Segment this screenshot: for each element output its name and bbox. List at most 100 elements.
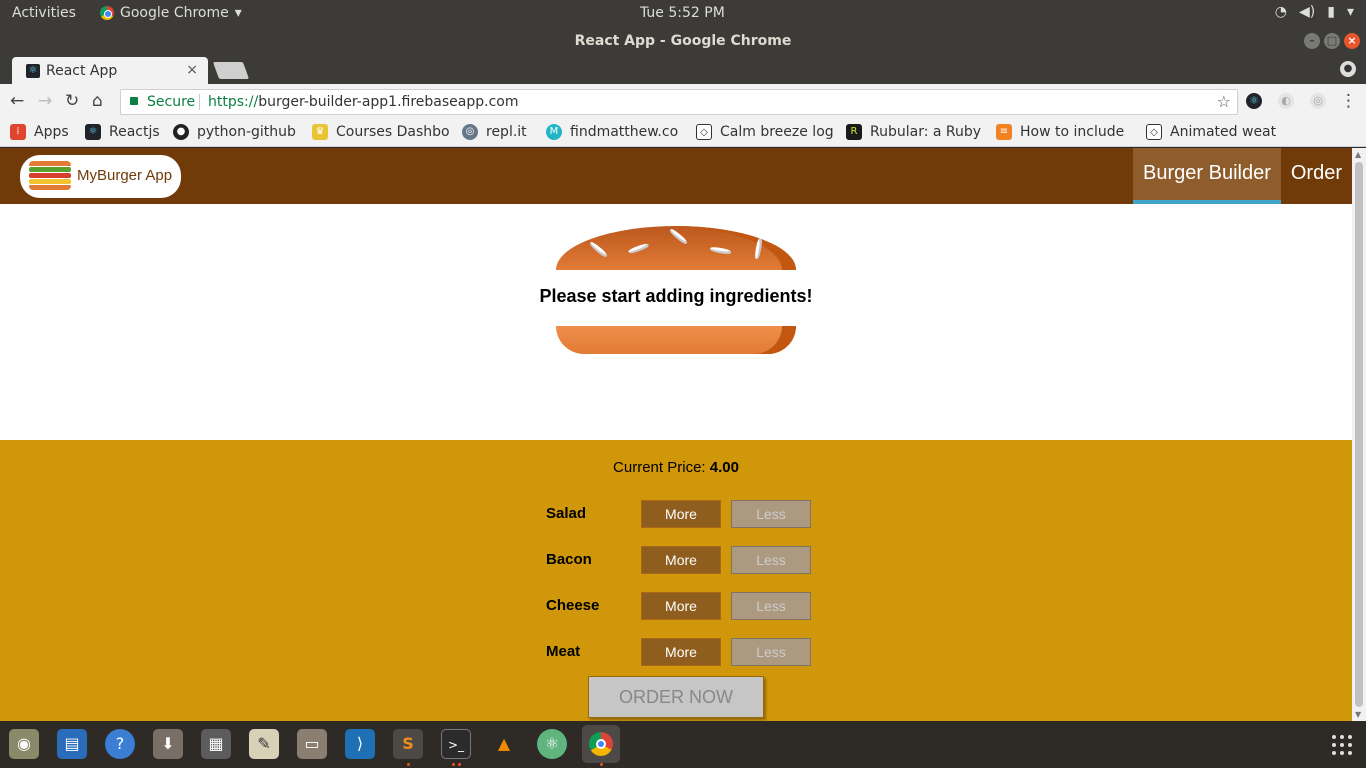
taskbar-dock: ◉ ▤ ? ⬇ ▦ ✎ ▭ ⟩ S >_ ▲ ⚛ xyxy=(0,721,1366,768)
volume-icon[interactable]: ◀) xyxy=(1299,4,1315,20)
battery-icon[interactable]: ▮ xyxy=(1327,4,1335,20)
bookmark-courses[interactable]: ♛ Courses Dashbo xyxy=(312,124,452,140)
close-icon[interactable]: × xyxy=(1344,33,1360,49)
terminal-icon[interactable]: >_ xyxy=(441,729,471,759)
app-logo[interactable]: MyBurger App xyxy=(20,155,181,198)
writer-icon[interactable]: ▤ xyxy=(57,729,87,759)
minimize-icon[interactable]: – xyxy=(1304,33,1320,49)
react-devtools-icon[interactable]: ⚛ xyxy=(1246,93,1262,109)
app-menu[interactable]: Google Chrome ▾ xyxy=(100,5,242,21)
crown-icon: ♛ xyxy=(312,124,328,140)
installer-icon[interactable]: ⬇ xyxy=(153,729,183,759)
menu-kebab-icon[interactable]: ⋮ xyxy=(1340,91,1357,111)
bookmark-calm-breeze[interactable]: ◇ Calm breeze log xyxy=(696,124,833,140)
control-row-bacon: Bacon More Less xyxy=(536,546,826,574)
seed xyxy=(754,237,763,260)
extension-icon[interactable]: ◐ xyxy=(1278,93,1294,109)
sublime-icon[interactable]: S xyxy=(393,729,423,759)
atom-icon[interactable]: ⚛ xyxy=(537,729,567,759)
burger-logo-icon xyxy=(29,161,71,191)
lock-icon[interactable] xyxy=(130,97,138,105)
meat-less-button[interactable]: Less xyxy=(731,638,811,666)
empty-burger-message: Please start adding ingredients! xyxy=(539,286,813,306)
vscode-icon[interactable]: ⟩ xyxy=(345,729,375,759)
control-row-salad: Salad More Less xyxy=(536,500,826,528)
window-title-bar[interactable]: React App - Google Chrome – □ × xyxy=(0,27,1366,55)
chrome-logo-center xyxy=(596,739,606,749)
activities-button[interactable]: Activities xyxy=(12,5,76,21)
react-icon: ⚛ xyxy=(26,64,40,78)
bookmark-python-github[interactable]: ● python-github xyxy=(173,124,308,140)
new-tab-button[interactable] xyxy=(212,62,250,79)
running-indicator xyxy=(458,763,461,766)
logo-text: MyBurger App xyxy=(77,167,173,184)
page-scrollbar[interactable]: ▲ ▼ xyxy=(1352,148,1366,721)
bookmark-animated-weather[interactable]: ◇ Animated weat xyxy=(1146,124,1284,140)
salad-more-button[interactable]: More xyxy=(641,500,721,528)
chrome-icon xyxy=(100,6,114,20)
nav-order[interactable]: Order xyxy=(1281,148,1352,204)
disk-icon[interactable]: ◉ xyxy=(9,729,39,759)
url-text[interactable]: https://burger-builder-app1.firebaseapp.… xyxy=(208,94,519,110)
url-scheme: https:// xyxy=(208,94,259,110)
chrome-icon[interactable] xyxy=(582,725,620,763)
meat-more-button[interactable]: More xyxy=(641,638,721,666)
reload-icon[interactable]: ↻ xyxy=(65,91,79,111)
nav-burger-builder[interactable]: Burger Builder xyxy=(1133,148,1281,204)
salad-less-button[interactable]: Less xyxy=(731,500,811,528)
clock[interactable]: Tue 5:52 PM xyxy=(640,5,725,21)
maximize-icon[interactable]: □ xyxy=(1324,33,1340,49)
scroll-up-icon[interactable]: ▲ xyxy=(1355,150,1361,159)
text-editor-icon[interactable]: ✎ xyxy=(249,729,279,759)
back-icon[interactable]: ← xyxy=(10,91,24,111)
tab-close-icon[interactable]: × xyxy=(186,62,198,78)
cheese-less-button[interactable]: Less xyxy=(731,592,811,620)
divider xyxy=(199,94,200,110)
bookmark-replit[interactable]: ◎ repl.it xyxy=(462,124,542,140)
logo-bun-bottom xyxy=(29,185,71,190)
secure-label[interactable]: Secure xyxy=(147,94,195,110)
chevron-down-icon[interactable]: ▾ xyxy=(1347,4,1354,20)
bookmark-findmatthew[interactable]: M findmatthew.co xyxy=(546,124,686,140)
forward-icon[interactable]: → xyxy=(38,91,52,111)
profile-icon[interactable]: ● xyxy=(1340,61,1356,77)
tab-strip: ⚛ React App × ● xyxy=(0,55,1366,84)
system-tray[interactable]: ◔ ◀) ▮ ▾ xyxy=(1275,4,1354,20)
scroll-down-icon[interactable]: ▼ xyxy=(1355,710,1361,719)
bookmark-label: How to include xyxy=(1020,124,1125,140)
bookmark-label: Apps xyxy=(34,124,69,140)
bookmark-apps[interactable]: ⁞ Apps xyxy=(10,124,80,140)
vlc-icon[interactable]: ▲ xyxy=(489,729,519,759)
bread-top xyxy=(556,226,796,270)
apps-grid-icon: ⁞ xyxy=(10,124,26,140)
calculator-icon[interactable]: ▦ xyxy=(201,729,231,759)
tab-react-app[interactable]: ⚛ React App × xyxy=(12,57,208,84)
order-now-button[interactable]: ORDER NOW xyxy=(588,676,764,718)
window-controls: – □ × xyxy=(1304,33,1360,49)
system-top-bar: Activities Google Chrome ▾ Tue 5:52 PM ◔… xyxy=(0,0,1366,27)
scrollbar-thumb[interactable] xyxy=(1355,162,1363,707)
files-icon[interactable]: ▭ xyxy=(297,729,327,759)
bacon-less-button[interactable]: Less xyxy=(731,546,811,574)
bookmark-how-to-include[interactable]: ≡ How to include xyxy=(996,124,1134,140)
address-bar[interactable]: Secure https://burger-builder-app1.fireb… xyxy=(120,89,1238,115)
help-icon[interactable]: ? xyxy=(105,729,135,759)
ingredient-label: Meat xyxy=(546,643,581,660)
extension-icon[interactable]: ◎ xyxy=(1310,93,1326,109)
bacon-more-button[interactable]: More xyxy=(641,546,721,574)
app-menu-label: Google Chrome xyxy=(120,5,229,21)
bookmark-reactjs[interactable]: ⚛ Reactjs xyxy=(85,124,165,140)
home-icon[interactable]: ⌂ xyxy=(92,91,103,111)
cheese-more-button[interactable]: More xyxy=(641,592,721,620)
wifi-icon[interactable]: ◔ xyxy=(1275,4,1287,20)
show-applications-icon[interactable] xyxy=(1332,735,1352,755)
ingredient-label: Bacon xyxy=(546,551,592,568)
bookmark-star-icon[interactable]: ☆ xyxy=(1217,92,1231,111)
stackoverflow-icon: ≡ xyxy=(996,124,1012,140)
codepen-icon: ◇ xyxy=(696,124,712,140)
app-nav: Burger Builder Order xyxy=(1133,148,1352,204)
logo-salad xyxy=(29,167,71,172)
bookmark-rubular[interactable]: R Rubular: a Ruby xyxy=(846,124,984,140)
seed xyxy=(709,246,732,255)
findmatthew-icon: M xyxy=(546,124,562,140)
